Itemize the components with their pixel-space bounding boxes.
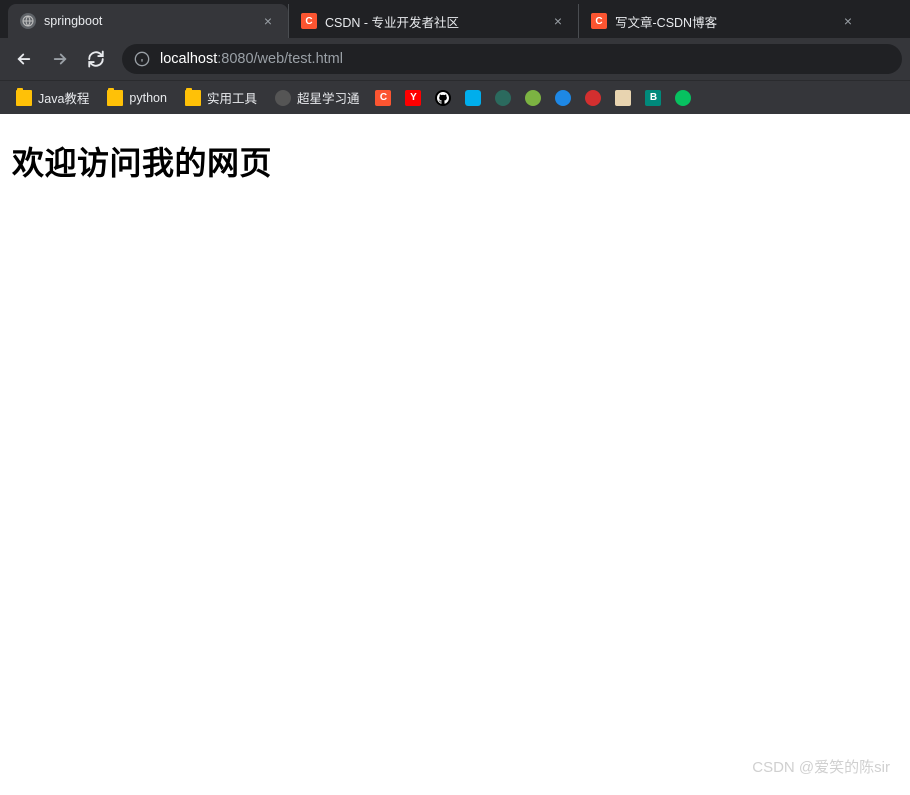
bookmark-b[interactable]: B	[639, 86, 667, 110]
github-icon	[435, 90, 451, 106]
bookmark-teal[interactable]	[489, 86, 517, 110]
circle-icon	[495, 90, 511, 106]
bookmark-wechat[interactable]	[669, 86, 697, 110]
back-button[interactable]	[8, 43, 40, 75]
tab-title: springboot	[44, 14, 252, 28]
bookmark-label: Java教程	[38, 88, 89, 107]
circle-icon	[525, 90, 541, 106]
bookmark-label: python	[129, 91, 167, 105]
address-bar[interactable]: localhost:8080/web/test.html	[122, 44, 902, 74]
bookmark-python[interactable]: python	[99, 86, 175, 110]
bookmark-java[interactable]: Java教程	[8, 84, 97, 111]
page-content: 欢迎访问我的网页	[0, 114, 910, 208]
tab-csdn-write[interactable]: C 写文章-CSDN博客 ×	[578, 4, 868, 38]
bookmark-blue[interactable]	[549, 86, 577, 110]
bookmarks-bar: Java教程 python 实用工具 超星学习通 C Y B	[0, 80, 910, 114]
tab-title: CSDN - 专业开发者社区	[325, 12, 542, 31]
b-icon: B	[645, 90, 661, 106]
folder-icon	[107, 90, 123, 106]
y-icon: Y	[405, 90, 421, 106]
bookmark-label: 实用工具	[207, 88, 257, 107]
close-icon[interactable]: ×	[550, 13, 566, 29]
tab-csdn-community[interactable]: C CSDN - 专业开发者社区 ×	[288, 4, 578, 38]
csdn-icon: C	[375, 90, 391, 106]
bookmark-chaoxing[interactable]: 超星学习通	[267, 84, 368, 111]
chaoxing-icon	[275, 90, 291, 106]
circle-icon	[555, 90, 571, 106]
bookmark-tools[interactable]: 实用工具	[177, 84, 265, 111]
circle-icon	[585, 90, 601, 106]
folder-icon	[16, 90, 32, 106]
toolbar: localhost:8080/web/test.html	[0, 38, 910, 80]
tab-springboot[interactable]: springboot ×	[8, 4, 288, 38]
wechat-icon	[675, 90, 691, 106]
watermark: CSDN @爱笑的陈sir	[752, 756, 890, 777]
bookmark-bilibili[interactable]	[459, 86, 487, 110]
bookmark-label: 超星学习通	[297, 88, 360, 107]
close-icon[interactable]: ×	[260, 13, 276, 29]
info-icon[interactable]	[134, 51, 150, 67]
close-icon[interactable]: ×	[840, 13, 856, 29]
csdn-icon: C	[301, 13, 317, 29]
bookmark-github[interactable]	[429, 86, 457, 110]
page-heading: 欢迎访问我的网页	[12, 138, 898, 184]
tab-title: 写文章-CSDN博客	[615, 12, 832, 31]
folder-icon	[185, 90, 201, 106]
tab-strip: springboot × C CSDN - 专业开发者社区 × C 写文章-CS…	[0, 0, 910, 38]
globe-icon	[20, 13, 36, 29]
reload-button[interactable]	[80, 43, 112, 75]
bookmark-green[interactable]	[519, 86, 547, 110]
url-text: localhost:8080/web/test.html	[160, 51, 343, 67]
bookmark-avatar[interactable]	[609, 86, 637, 110]
forward-button[interactable]	[44, 43, 76, 75]
bookmark-csdn[interactable]: C	[369, 86, 397, 110]
bookmark-red[interactable]	[579, 86, 607, 110]
avatar-icon	[615, 90, 631, 106]
bilibili-icon	[465, 90, 481, 106]
csdn-icon: C	[591, 13, 607, 29]
bookmark-y[interactable]: Y	[399, 86, 427, 110]
